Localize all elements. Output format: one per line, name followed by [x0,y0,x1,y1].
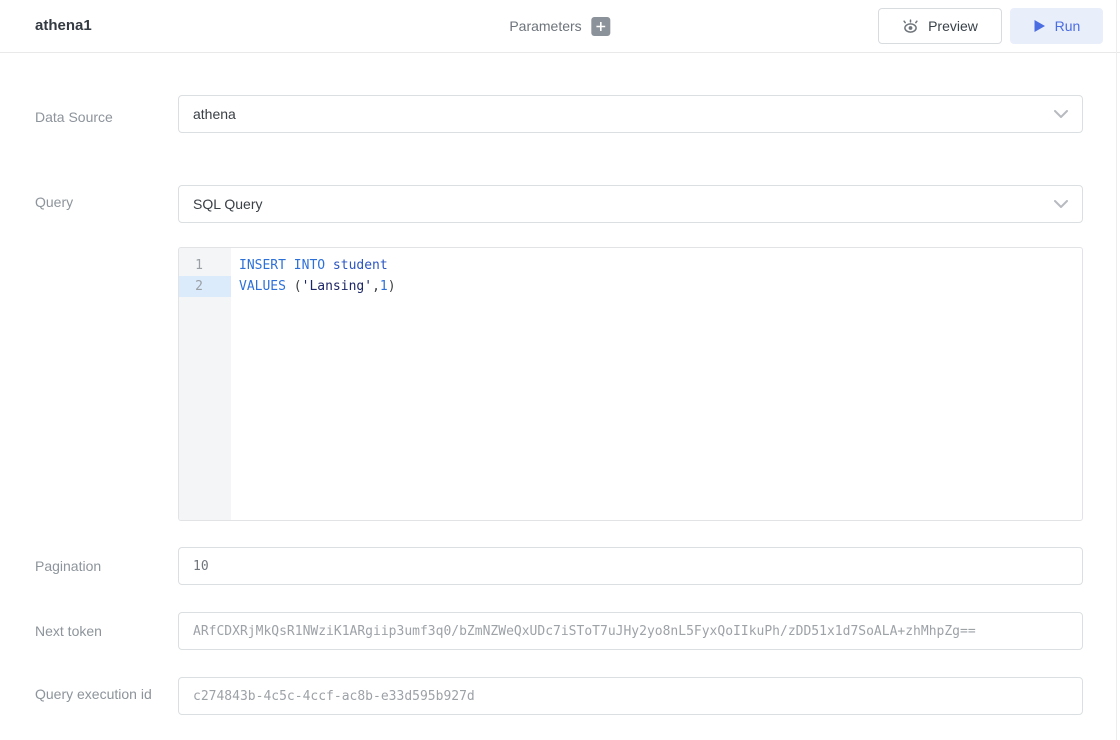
play-icon [1033,19,1046,33]
data-source-select[interactable]: athena [178,95,1083,133]
data-source-label: Data Source [35,105,160,130]
query-title: athena1 [35,0,92,52]
query-editor-panel: athena1 Parameters Preview [0,0,1120,740]
preview-button-label: Preview [928,18,978,34]
sql-paren: ) [388,279,396,294]
sql-string-literal: 'Lansing' [302,279,372,294]
sql-comma: , [372,279,380,294]
chevron-down-icon [1054,110,1068,118]
query-type-value: SQL Query [193,196,263,212]
editor-gutter: 1 2 [179,248,231,520]
add-parameter-button[interactable] [592,17,611,36]
sql-keyword: INSERT INTO [239,258,333,273]
run-button[interactable]: Run [1010,8,1103,44]
parameters-group: Parameters [509,0,610,52]
query-type-select[interactable]: SQL Query [178,185,1083,223]
query-type-label: Query [35,190,160,215]
plus-icon [597,19,606,34]
sql-table-name: student [333,258,388,273]
sql-keyword: VALUES [239,279,294,294]
pagination-input[interactable] [178,547,1083,585]
chevron-down-icon [1054,200,1068,208]
sql-editor[interactable]: 1 2 INSERT INTO student VALUES ('Lansing… [178,247,1083,521]
sql-line-1: INSERT INTO student [239,255,1082,276]
run-button-label: Run [1055,18,1081,34]
query-execution-id-input[interactable] [178,677,1083,715]
query-execution-id-label: Query execution id [35,682,160,707]
header-actions: Preview Run [878,8,1103,44]
eye-icon [902,19,919,34]
sql-line-2: VALUES ('Lansing',1) [239,276,1082,297]
header: athena1 Parameters Preview [0,0,1120,53]
editor-code-area[interactable]: INSERT INTO student VALUES ('Lansing',1) [231,248,1082,520]
line-number-2-active: 2 [179,276,231,297]
next-token-input[interactable] [178,612,1083,650]
line-number-1: 1 [179,255,231,276]
sql-paren: ( [294,279,302,294]
pagination-label: Pagination [35,554,160,579]
parameters-label: Parameters [509,18,581,34]
panel-right-divider [1116,0,1117,740]
next-token-label: Next token [35,619,160,644]
sql-number-literal: 1 [380,279,388,294]
data-source-value: athena [193,106,236,122]
preview-button[interactable]: Preview [878,8,1002,44]
